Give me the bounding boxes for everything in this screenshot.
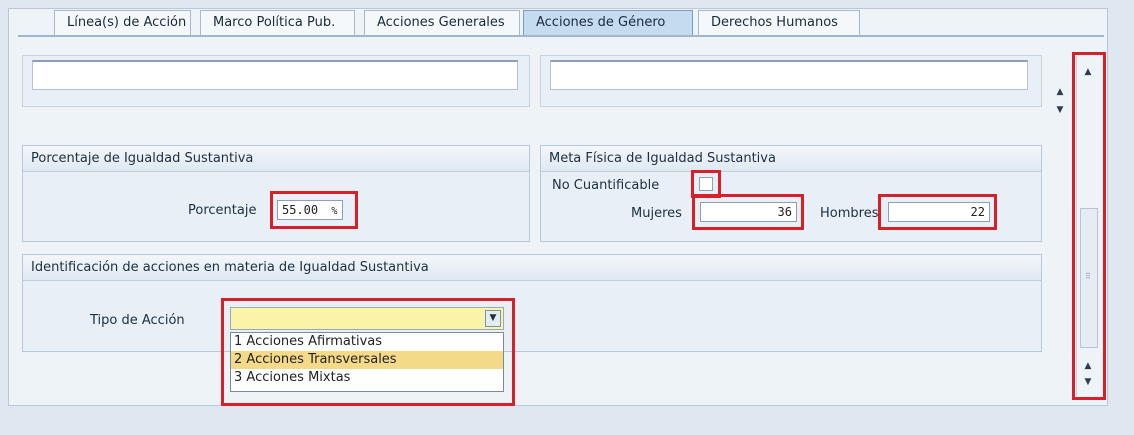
mujeres-label: Mujeres: [631, 206, 682, 221]
tab-lineas-de-accion[interactable]: Línea(s) de Acción: [54, 10, 191, 36]
text-area-left[interactable]: [32, 60, 518, 90]
app-window: Línea(s) de Acción Marco Política Pub. A…: [0, 0, 1134, 435]
group-title: Identificación de acciones en materia de…: [31, 260, 429, 275]
tab-label: Marco Política Pub.: [213, 15, 336, 30]
tab-label: Acciones de Género: [536, 15, 666, 30]
highlight-tipo-de-accion: [221, 298, 515, 406]
tab-label: Línea(s) de Acción: [67, 15, 187, 30]
porcentaje-label: Porcentaje: [188, 203, 257, 218]
group-title: Meta Física de Igualdad Sustantiva: [549, 151, 776, 166]
group-header: Porcentaje de Igualdad Sustantiva: [23, 146, 529, 172]
no-cuantificable-label: No Cuantificable: [552, 178, 660, 193]
group-header: Meta Física de Igualdad Sustantiva: [541, 146, 1041, 172]
highlight-hombres: [878, 194, 997, 230]
tab-marco-politica[interactable]: Marco Política Pub.: [200, 10, 355, 36]
hombres-label: Hombres: [820, 206, 879, 221]
tab-acciones-generales[interactable]: Acciones Generales: [364, 10, 520, 36]
group-header: Identificación de acciones en materia de…: [23, 255, 1041, 281]
tab-label: Acciones Generales: [377, 15, 505, 30]
tab-label: Derechos Humanos: [711, 15, 838, 30]
tab-strip: Línea(s) de Acción Marco Política Pub. A…: [18, 10, 1108, 36]
text-area-right[interactable]: [550, 60, 1028, 90]
highlight-mujeres: [692, 194, 804, 230]
triangle-up-icon[interactable]: ▲: [1054, 86, 1066, 98]
group-title: Porcentaje de Igualdad Sustantiva: [31, 151, 254, 166]
highlight-scrollbar: [1072, 52, 1106, 400]
highlight-porcentaje: [270, 191, 358, 229]
tipo-de-accion-label: Tipo de Acción: [90, 313, 185, 328]
identificacion-group: Identificación de acciones en materia de…: [22, 254, 1042, 352]
tab-derechos-humanos[interactable]: Derechos Humanos: [698, 10, 860, 36]
tab-acciones-de-genero[interactable]: Acciones de Género: [523, 10, 693, 36]
triangle-down-icon[interactable]: ▼: [1054, 104, 1066, 116]
tab-divider: [18, 35, 1104, 37]
